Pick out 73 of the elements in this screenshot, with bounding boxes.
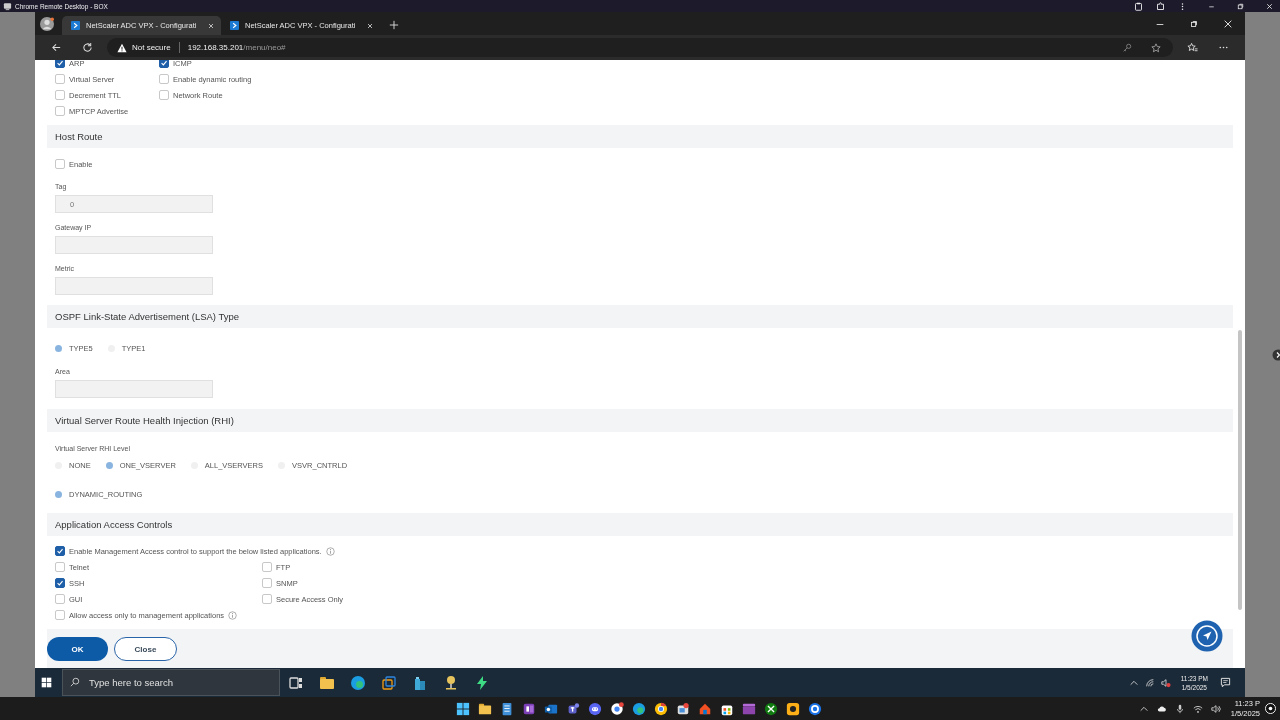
url-text: 192.168.35.201/menu/neo#	[187, 43, 286, 52]
building-icon[interactable]	[412, 674, 428, 691]
folder-icon[interactable]	[319, 674, 335, 691]
close-icon[interactable]	[1265, 1, 1274, 11]
cloud-icon[interactable]	[1156, 703, 1167, 714]
close-icon[interactable]	[366, 21, 374, 30]
scrollbar[interactable]	[1238, 330, 1242, 610]
window-stack-icon[interactable]	[381, 674, 397, 691]
volume-muted-icon[interactable]	[1160, 677, 1171, 688]
security-label[interactable]: Not secure	[132, 43, 171, 52]
notepad-icon[interactable]	[500, 701, 514, 716]
site-icon	[71, 21, 80, 30]
input-field[interactable]	[55, 236, 213, 254]
input-field[interactable]	[55, 277, 213, 295]
notification-icon[interactable]	[1220, 677, 1231, 688]
ok-button[interactable]: OK	[47, 637, 108, 661]
windows-logo-icon[interactable]	[456, 701, 470, 716]
close-icon[interactable]	[207, 21, 215, 30]
clipboard-icon[interactable]	[1134, 1, 1143, 11]
edge-icon[interactable]	[350, 674, 366, 691]
search-icon	[70, 677, 80, 687]
star-icon[interactable]	[1151, 42, 1161, 53]
close-icon[interactable]	[1223, 19, 1233, 29]
chrome-icon[interactable]	[654, 701, 668, 716]
section-header: OSPF Link-State Advertisement (LSA) Type	[47, 305, 1233, 328]
people-icon[interactable]	[566, 701, 580, 716]
wifi-icon[interactable]	[1192, 703, 1203, 714]
volume-icon[interactable]	[1210, 703, 1221, 714]
favorites-icon[interactable]	[1187, 42, 1198, 53]
site-icon	[230, 21, 239, 30]
remote-access-icon[interactable]	[1265, 703, 1276, 714]
checkbox[interactable]	[159, 60, 169, 68]
task-view-icon[interactable]	[288, 674, 304, 691]
checkbox[interactable]	[55, 60, 65, 68]
checkbox[interactable]	[55, 578, 65, 588]
address-bar[interactable]: Not secure 192.168.35.201/menu/neo#	[107, 38, 1173, 57]
folder-icon[interactable]	[478, 701, 492, 716]
radio-button[interactable]	[105, 461, 113, 469]
back-icon[interactable]	[51, 42, 62, 53]
radio-button[interactable]	[55, 344, 62, 352]
game-launcher-icon[interactable]	[786, 701, 800, 716]
close-button[interactable]: Close	[114, 637, 177, 661]
checkbox[interactable]	[55, 546, 65, 556]
section-header: Application Access Controls	[47, 513, 1233, 536]
navigation-button[interactable]	[1191, 620, 1223, 652]
search-field[interactable]: Type here to search	[62, 669, 280, 696]
network-share-icon[interactable]	[443, 674, 459, 691]
network-icon[interactable]	[1144, 677, 1155, 688]
radio-button[interactable]	[55, 490, 62, 498]
reload-icon[interactable]	[82, 42, 93, 53]
paint-app-icon[interactable]	[676, 701, 690, 716]
new-tab-icon[interactable]	[389, 20, 399, 30]
microphone-icon[interactable]	[1174, 703, 1185, 714]
edge-icon[interactable]	[632, 701, 646, 716]
restore-icon[interactable]	[1236, 1, 1245, 11]
swirl-icon[interactable]	[808, 701, 822, 716]
warning-icon	[117, 42, 127, 53]
clapper-icon[interactable]	[742, 701, 756, 716]
restore-icon[interactable]	[1189, 19, 1199, 29]
chat-app-icon[interactable]	[588, 701, 602, 716]
key-icon[interactable]	[1122, 42, 1132, 53]
windows-logo-icon[interactable]	[41, 677, 52, 688]
profile-avatar[interactable]	[40, 17, 54, 31]
lightning-app-icon[interactable]	[474, 674, 490, 691]
section-header: Virtual Server Route Health Injection (RHI)	[47, 409, 1233, 432]
input-field[interactable]	[55, 380, 213, 398]
xbox-icon[interactable]	[764, 701, 778, 716]
extension-icon[interactable]	[1156, 1, 1165, 11]
browser-icon[interactable]	[610, 701, 624, 716]
remote-desktop-icon	[3, 1, 12, 11]
home-icon[interactable]	[698, 701, 712, 716]
notebook-icon[interactable]	[522, 701, 536, 716]
section-header: Host Route	[47, 125, 1233, 148]
